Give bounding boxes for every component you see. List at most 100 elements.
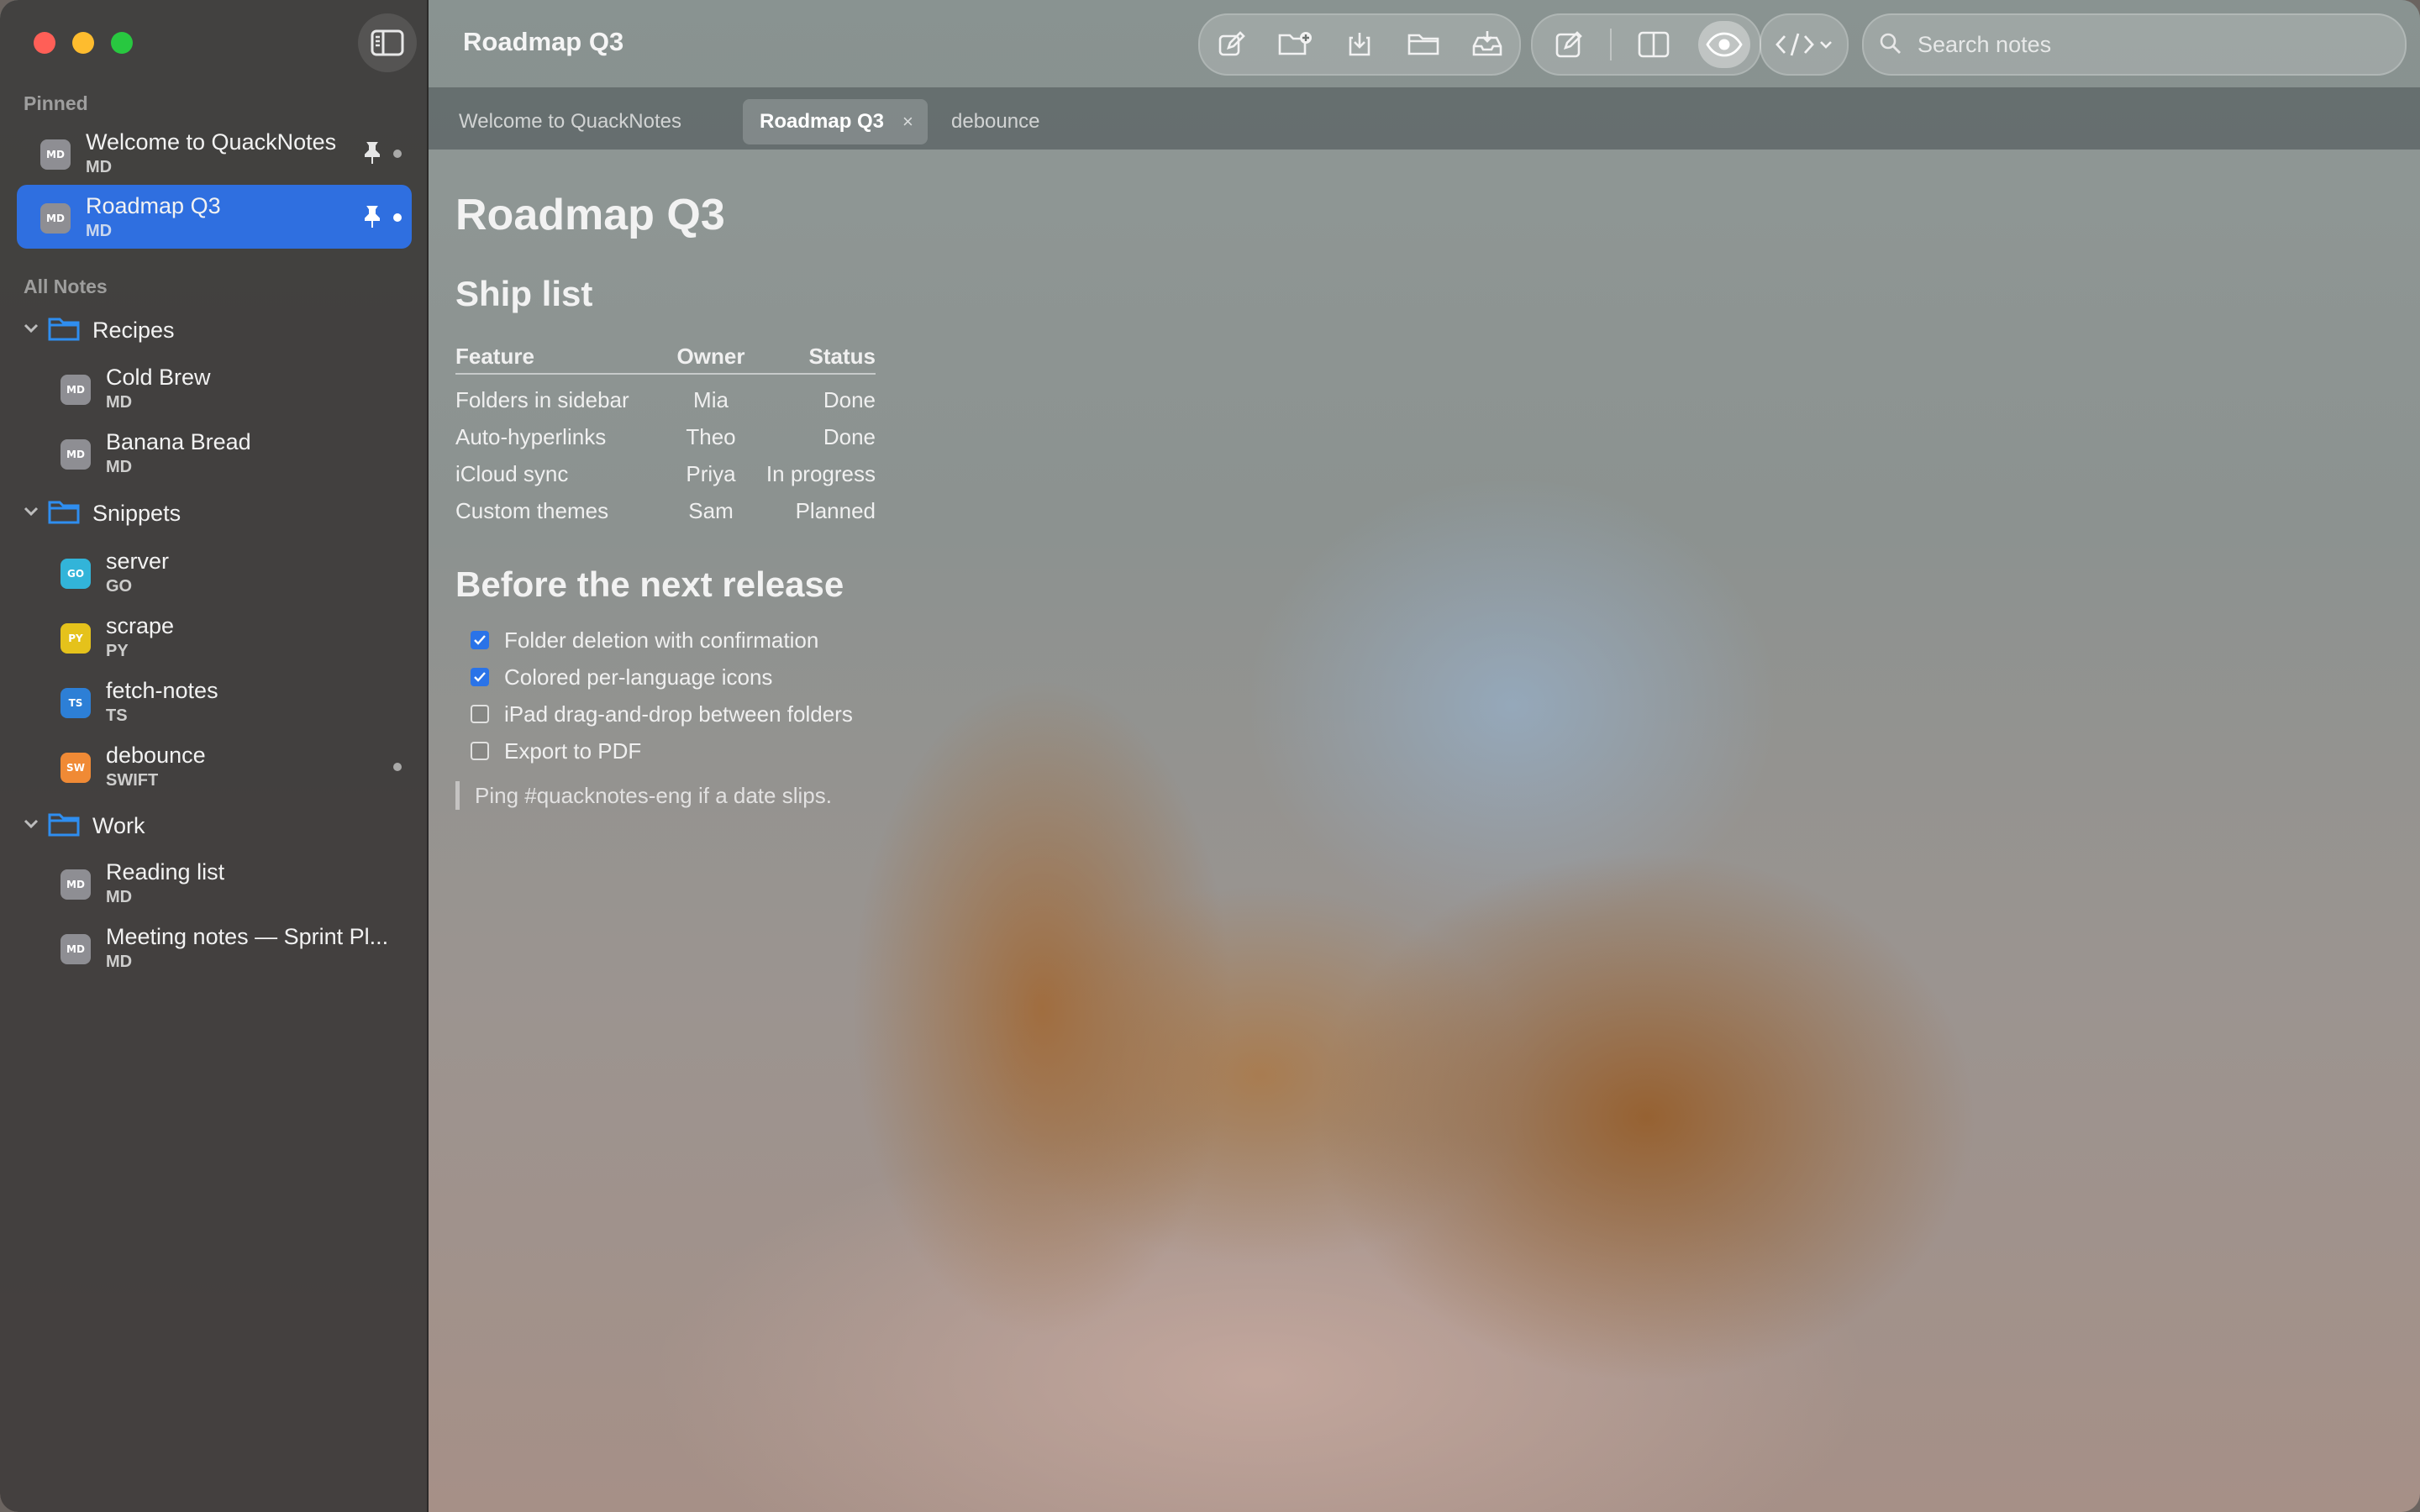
- task-item: Folder deletion with confirmation: [471, 623, 818, 657]
- folder-label: Work: [92, 813, 145, 838]
- chevron-down-icon[interactable]: [22, 502, 40, 521]
- folder-recipes[interactable]: Recipes: [17, 307, 412, 351]
- sidebar-note-server[interactable]: GO server GO: [37, 540, 412, 604]
- folder-work[interactable]: Work: [17, 803, 412, 847]
- swift-file-icon: SW: [60, 753, 91, 783]
- tab-debounce[interactable]: debounce: [951, 99, 1039, 144]
- tab-label: Roadmap Q3: [760, 110, 885, 133]
- import-button[interactable]: [1329, 18, 1390, 71]
- split-view-icon: [1638, 31, 1670, 58]
- open-folder-button[interactable]: [1393, 18, 1454, 71]
- task-item: Colored per-language icons: [471, 660, 772, 694]
- chevron-down-icon[interactable]: [22, 319, 40, 338]
- new-folder-button[interactable]: [1265, 18, 1326, 71]
- sidebar-note-reading-list[interactable]: MD Reading list MD: [37, 851, 412, 915]
- go-file-icon: GO: [60, 559, 91, 589]
- sidebar-note-welcome[interactable]: MD Welcome to QuackNotes MD: [17, 121, 412, 185]
- table-row: Custom themes Sam Planned: [455, 492, 876, 529]
- note-title: debounce: [106, 743, 206, 768]
- split-view-button[interactable]: [1623, 18, 1684, 71]
- tab-roadmap-q3[interactable]: Roadmap Q3 ×: [743, 99, 928, 144]
- release-heading: Before the next release: [455, 564, 844, 604]
- status-dot: [393, 150, 402, 158]
- search-input[interactable]: [1916, 27, 2390, 62]
- table-cell: In progress: [765, 460, 876, 486]
- folder-icon: [48, 318, 80, 341]
- column-header: Status: [758, 339, 876, 375]
- folder-snippets[interactable]: Snippets: [17, 491, 412, 534]
- sidebar-note-scrape[interactable]: PY scrape PY: [37, 605, 412, 669]
- md-file-icon: MD: [40, 139, 71, 170]
- table-row: Folders in sidebar Mia Done: [455, 374, 876, 418]
- ts-file-icon: TS: [60, 688, 91, 718]
- note-title: Banana Bread: [106, 429, 251, 454]
- pinned-section-label: Pinned: [24, 92, 88, 114]
- sidebar-toggle-button[interactable]: [358, 13, 417, 72]
- note-title: server: [106, 549, 170, 574]
- preview-icon: [1706, 32, 1743, 57]
- folder-label: Recipes: [92, 318, 175, 343]
- pin-icon[interactable]: [363, 141, 381, 165]
- note-title: Cold Brew: [106, 365, 211, 390]
- table-cell: Sam: [688, 497, 734, 523]
- sidebar-note-debounce[interactable]: SW debounce SWIFT: [37, 734, 412, 798]
- chevron-down-icon: [1820, 41, 1832, 49]
- table-cell: Done: [823, 423, 876, 449]
- edit-mode-icon: [1555, 31, 1582, 58]
- ship-list-table: Feature Owner Status Folders in sidebar …: [455, 339, 876, 529]
- status-dot: [393, 763, 402, 771]
- folder-icon: [48, 501, 80, 524]
- view-mode-toolbar: [1531, 13, 1761, 76]
- new-note-button[interactable]: [1202, 18, 1262, 71]
- note-type: MD: [106, 458, 133, 476]
- note-type: MD: [106, 888, 133, 906]
- note-type: PY: [106, 642, 129, 660]
- sidebar-note-banana-bread[interactable]: MD Banana Bread MD: [37, 421, 412, 485]
- tab-close-button[interactable]: ×: [902, 99, 913, 144]
- task-checkbox-checked[interactable]: [471, 631, 489, 649]
- open-folder-icon: [1407, 34, 1439, 55]
- md-file-icon: MD: [60, 375, 91, 405]
- pin-icon[interactable]: [363, 205, 381, 228]
- note-title: fetch-notes: [106, 678, 218, 703]
- blockquote: Ping #quacknotes-eng if a date slips.: [455, 781, 832, 810]
- close-window-button[interactable]: [34, 32, 55, 54]
- table-header-row: Feature Owner Status: [455, 339, 876, 375]
- window-controls: [34, 32, 133, 54]
- tab-welcome[interactable]: Welcome to QuackNotes: [459, 99, 681, 144]
- table-cell: Folders in sidebar: [455, 386, 629, 412]
- task-label: Export to PDF: [504, 738, 642, 764]
- sidebar-note-roadmap-q3[interactable]: MD Roadmap Q3 MD: [17, 185, 412, 249]
- sidebar-note-meeting-notes[interactable]: MD Meeting notes — Sprint Pl... MD: [37, 916, 412, 979]
- table-cell: Custom themes: [455, 497, 609, 523]
- code-menu-button[interactable]: [1760, 13, 1849, 76]
- note-type: MD: [86, 158, 113, 176]
- export-icon: [1472, 31, 1502, 56]
- table-cell: Auto-hyperlinks: [455, 423, 607, 449]
- toolbar-divider: [1610, 29, 1612, 60]
- note-title: Welcome to QuackNotes: [86, 129, 337, 155]
- task-checkbox[interactable]: [471, 705, 489, 723]
- md-file-icon: MD: [40, 203, 71, 234]
- table-cell: iCloud sync: [455, 460, 569, 486]
- export-button[interactable]: [1457, 18, 1518, 71]
- folder-label: Snippets: [92, 501, 182, 526]
- search-field[interactable]: [1862, 13, 2407, 76]
- chevron-down-icon[interactable]: [22, 815, 40, 833]
- task-checkbox[interactable]: [471, 742, 489, 760]
- sidebar-note-cold-brew[interactable]: MD Cold Brew MD: [37, 356, 412, 420]
- minimize-window-button[interactable]: [72, 32, 94, 54]
- edit-mode-button[interactable]: [1539, 18, 1599, 71]
- file-toolbar: [1198, 13, 1521, 76]
- sidebar-note-fetch-notes[interactable]: TS fetch-notes TS: [37, 669, 412, 733]
- code-icon: [1776, 33, 1814, 56]
- column-header: Feature: [455, 339, 664, 375]
- md-file-icon: MD: [60, 869, 91, 900]
- zoom-window-button[interactable]: [111, 32, 133, 54]
- preview-button[interactable]: [1698, 21, 1751, 68]
- all-notes-section-label: All Notes: [24, 276, 108, 297]
- task-label: Colored per-language icons: [504, 664, 773, 690]
- task-checkbox-checked[interactable]: [471, 668, 489, 686]
- note-type: SWIFT: [106, 771, 159, 790]
- search-icon: [1880, 33, 1901, 54]
